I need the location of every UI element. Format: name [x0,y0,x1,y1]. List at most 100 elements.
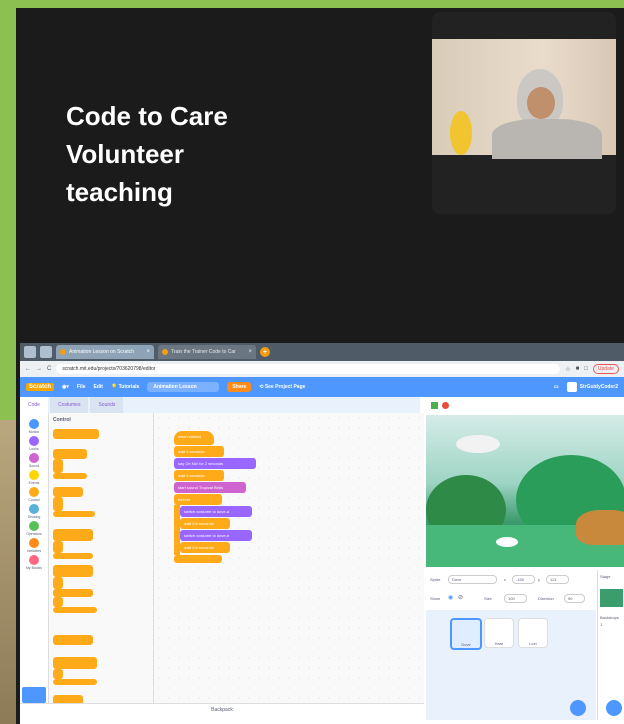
block-if-arm [53,541,63,553]
slide-title: Code to Care Volunteer teaching [66,97,326,211]
file-menu[interactable]: File [77,384,86,390]
category-menu: Motion Looks Sound Events Control Sensing Oper… [20,413,49,703]
globe-icon[interactable]: ◉▾ [62,384,69,390]
switch-costume-block[interactable]: switch costume to dove-a [180,506,252,517]
show-visible-icon[interactable]: ◉ [448,594,453,601]
choose-backdrop-button[interactable] [606,700,622,716]
new-tab-button[interactable]: + [260,347,270,357]
frame-left-border [0,0,16,420]
tab-code[interactable]: Code [20,397,48,413]
my-stuff-icon[interactable]: ▭ [554,384,559,390]
star-icon[interactable]: ☆ [565,366,570,373]
category-dot-icon [29,453,39,463]
person-face [527,87,555,119]
reload-icon[interactable]: C [47,366,51,372]
browser-window: Animation Lesson on Scratch × Train the … [20,343,624,724]
script-area[interactable]: when clicked wait 1 seconds say Oh No! f… [154,413,544,703]
block-wait[interactable] [53,429,99,439]
wait-block[interactable]: wait 1 seconds [174,446,224,457]
category-looks[interactable]: Looks [25,436,43,451]
wait-block[interactable]: wait 0.5 seconds [180,542,230,553]
tutorials-button[interactable]: 💡 Tutorials [111,384,139,390]
stop-icon[interactable] [442,401,449,409]
sprite-name-input[interactable]: Dove [448,575,497,584]
hare-sprite[interactable] [496,537,518,547]
wait-block[interactable]: wait 0.5 seconds [180,518,230,529]
sprite-pane: Sprite Dove x -150 y 113 Show ◉ ⊘ Size 1… [426,570,596,720]
category-events[interactable]: Events [25,470,43,485]
edit-menu[interactable]: Edit [94,384,103,390]
forward-icon[interactable]: → [36,366,42,372]
block-else [53,589,93,597]
switch-costume-block[interactable]: switch costume to dove-b [180,530,252,541]
category-dot-icon [29,436,39,446]
add-extension-button[interactable] [22,687,46,703]
category-sensing[interactable]: Sensing [25,504,43,519]
window-icon[interactable]: □ [584,366,588,372]
block-repeat[interactable] [53,449,87,459]
scratch-logo[interactable]: Scratch [26,383,55,391]
block-if-then[interactable] [53,529,93,541]
sprite-thumb-dove[interactable]: Dove [450,618,482,650]
user-menu[interactable]: StrGuidyCoder2 [566,382,618,392]
green-flag-icon[interactable] [431,401,438,409]
category-variables[interactable]: Variables [25,538,43,553]
category-my-blocks[interactable]: My Blocks [25,555,43,570]
video-call-tile[interactable] [432,12,616,214]
block-repeat-arm [53,459,63,473]
category-motion[interactable]: Motion [25,419,43,434]
share-button[interactable]: Share [227,382,252,392]
url-bar[interactable]: scratch.mit.edu/projects/703620798/edito… [56,364,561,374]
say-block[interactable]: say Oh No! for 2 seconds [174,458,256,469]
category-operators[interactable]: Operators [25,521,43,536]
stage-target-pane[interactable]: Stage Backdrops 1 [597,570,624,720]
webcam-feed [432,39,616,159]
size-input[interactable]: 100 [504,594,527,603]
forever-block[interactable]: forever [174,494,222,505]
when-flag-clicked-block[interactable]: when clicked [174,431,214,445]
category-control[interactable]: Control [25,487,43,502]
browser-tab-1[interactable]: Animation Lesson on Scratch × [56,345,154,359]
y-input[interactable]: 113 [546,575,569,584]
start-sound-block[interactable]: start sound Tropical Birds [174,482,246,493]
sprite-thumb-hare[interactable]: Hare [484,618,514,648]
hide-icon[interactable]: ⊘ [458,594,463,601]
block-forever-arm [53,497,63,511]
project-title-input[interactable]: Animation Lesson [147,382,220,392]
category-dot-icon [29,521,39,531]
sidebar-toggle-icon[interactable] [24,346,36,358]
back-icon[interactable]: ← [25,366,31,372]
extensions-icon[interactable]: ■ [576,366,580,372]
scratch-menu-bar: Scratch ◉▾ File Edit 💡 Tutorials Animati… [20,377,624,397]
backpack-bar[interactable]: Backpack [20,703,424,716]
tab-close-icon[interactable]: × [248,349,252,355]
tab-sounds[interactable]: Sounds [90,397,124,413]
browser-tab-2[interactable]: Train the Trainer Code to Car × [158,345,256,359]
block-forever[interactable] [53,487,83,497]
choose-sprite-button[interactable] [570,700,586,716]
forever-foot [174,555,222,563]
stage-thumbnail[interactable] [600,589,623,607]
category-sound[interactable]: Sound [25,453,43,468]
block-if-else[interactable] [53,565,93,577]
tab-costumes[interactable]: Costumes [49,397,89,413]
update-button[interactable]: Update [592,364,619,374]
block-repeat-until[interactable] [53,657,97,669]
size-label: Size [484,596,492,601]
lion-sprite[interactable] [576,510,624,545]
dove-sprite[interactable] [456,435,500,453]
tab-close-icon[interactable]: × [146,349,150,355]
x-label: x [504,577,506,582]
block-stop[interactable] [53,695,83,703]
block-wait-until[interactable] [53,635,93,645]
category-dot-icon [29,504,39,514]
tab-groups-icon[interactable] [40,346,52,358]
see-project-page-button[interactable]: ⟲ See Project Page [259,384,305,390]
sprite-thumb-lion[interactable]: Lion [518,618,548,648]
stage-canvas[interactable] [426,415,624,567]
block-else-arm [53,597,63,607]
direction-input[interactable]: 90 [564,594,585,603]
tab-label: Train the Trainer Code to Car [171,349,236,355]
wait-block[interactable]: wait 1 seconds [174,470,224,481]
x-input[interactable]: -150 [512,575,535,584]
